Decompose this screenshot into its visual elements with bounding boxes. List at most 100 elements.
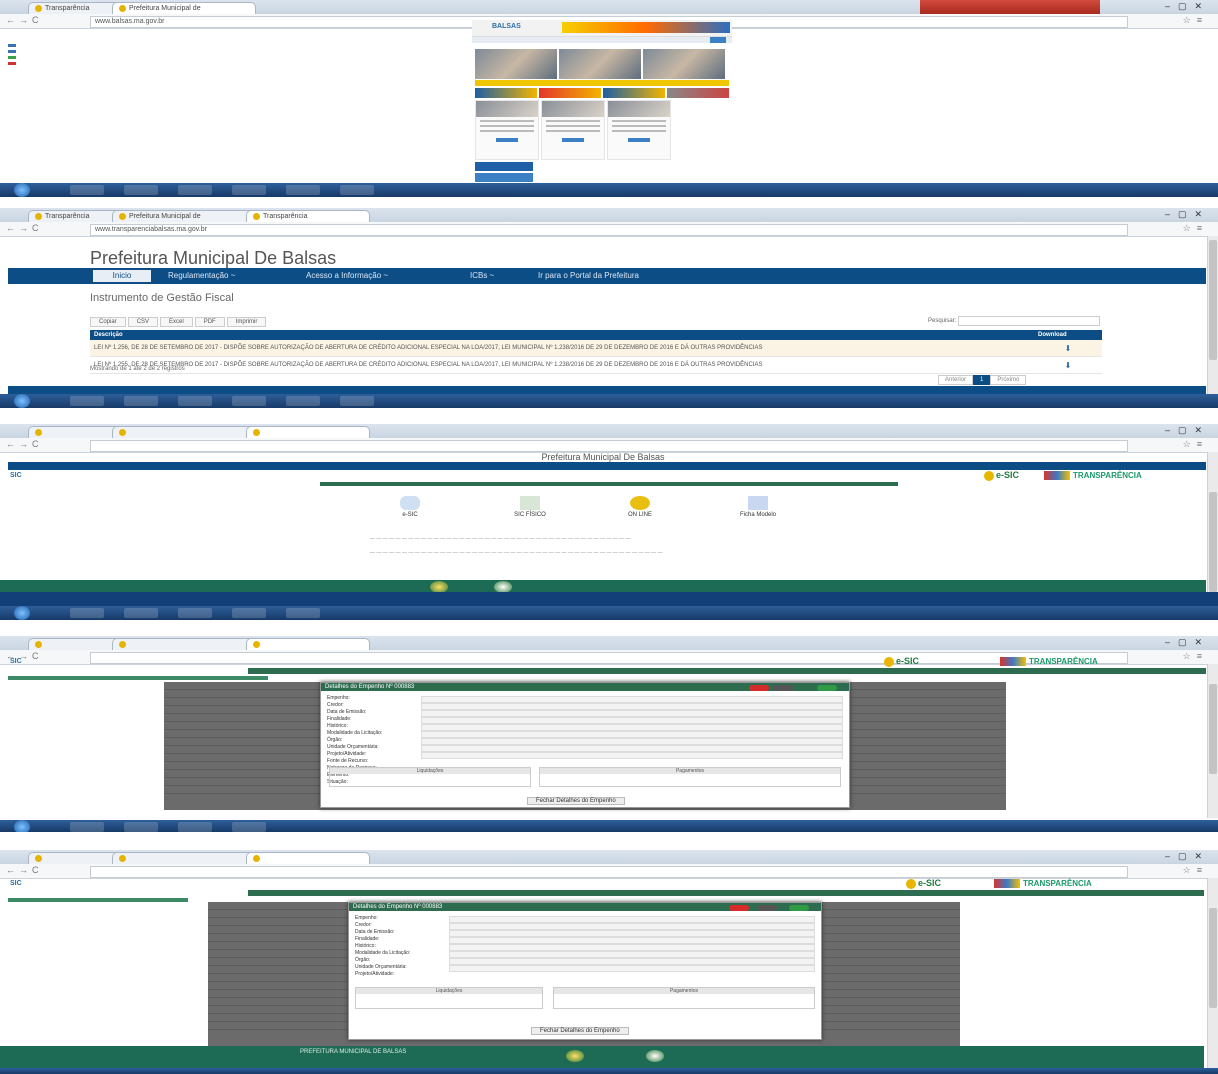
download-icon[interactable]: ⬇	[1034, 356, 1102, 374]
card-online[interactable]: ON LINE	[590, 496, 690, 518]
window-controls[interactable]: –▢✕	[1165, 425, 1210, 436]
pdf-export-button[interactable]	[729, 905, 749, 911]
taskbar-item[interactable]	[178, 396, 212, 406]
nav-buttons-icon[interactable]: ←→C	[6, 865, 43, 875]
taskbar-item[interactable]	[124, 822, 158, 832]
banner-link[interactable]	[667, 88, 729, 98]
taskbar-item[interactable]	[124, 608, 158, 618]
news-card[interactable]	[541, 100, 605, 160]
column-header[interactable]: Download	[1034, 330, 1102, 340]
site-logo[interactable]: SIC	[10, 472, 22, 479]
scrollbar[interactable]	[1207, 236, 1218, 394]
site-logo[interactable]: SIC	[10, 880, 22, 887]
column-header[interactable]: Descrição	[90, 330, 1034, 340]
green-navbar[interactable]	[248, 890, 1204, 896]
news-photo[interactable]	[475, 49, 557, 79]
window-controls[interactable]: –▢✕	[1165, 637, 1210, 648]
banner-link[interactable]	[603, 88, 665, 98]
green-navbar[interactable]	[248, 668, 1206, 674]
toolbar-icons[interactable]: ☆≡	[1183, 223, 1208, 234]
url-input[interactable]: www.transparenciabalsas.ma.gov.br	[90, 224, 1128, 236]
taskbar-item[interactable]	[70, 608, 104, 618]
news-card[interactable]	[475, 100, 539, 160]
nav-home[interactable]: Inicio	[93, 270, 151, 282]
taskbar-item[interactable]	[340, 185, 374, 195]
scrollbar[interactable]	[1207, 878, 1218, 1070]
nav-portal-prefeitura[interactable]: Ir para o Portal da Prefeitura	[538, 271, 639, 280]
start-button-icon[interactable]	[14, 820, 30, 832]
toolbar-icons[interactable]: ☆≡	[1183, 439, 1208, 450]
start-button-icon[interactable]	[14, 183, 30, 197]
taskbar-item[interactable]	[178, 608, 212, 618]
nav-buttons-icon[interactable]: ←→C	[6, 439, 43, 449]
news-photo[interactable]	[559, 49, 641, 79]
start-button-icon[interactable]	[14, 394, 30, 408]
export-button[interactable]	[773, 685, 793, 691]
banner-link[interactable]	[539, 88, 601, 98]
toolbar-icons[interactable]: ☆≡	[1183, 15, 1208, 26]
card-sic-fisico[interactable]: SIC FÍSICO	[480, 496, 580, 518]
transparencia-logo[interactable]: TRANSPARÊNCIA	[994, 879, 1092, 889]
esic-logo[interactable]: e-SIC	[984, 470, 1019, 482]
taskbar-item[interactable]	[70, 396, 104, 406]
taskbar-item[interactable]	[70, 185, 104, 195]
green-navbar[interactable]	[320, 482, 898, 486]
url-input[interactable]	[90, 440, 1128, 452]
taskbar-item[interactable]	[232, 185, 266, 195]
news-card[interactable]	[607, 100, 671, 160]
toolbar-icons[interactable]: ☆≡	[1183, 865, 1208, 876]
esic-logo[interactable]: e-SIC	[884, 656, 919, 668]
excel-button[interactable]	[817, 685, 837, 691]
search-input[interactable]	[958, 316, 1100, 326]
taskbar-item[interactable]	[286, 608, 320, 618]
taskbar-item[interactable]	[286, 185, 320, 195]
scrollbar[interactable]	[1207, 664, 1218, 818]
taskbar-item[interactable]	[232, 608, 266, 618]
taskbar-item[interactable]	[124, 396, 158, 406]
copy-button[interactable]: Copiar	[90, 317, 126, 327]
nav-buttons-icon[interactable]: ←→C	[6, 223, 43, 233]
pdf-button[interactable]: PDF	[194, 317, 225, 327]
left-social-icons[interactable]	[8, 44, 16, 68]
taskbar-item[interactable]	[70, 822, 104, 832]
nav-icbs[interactable]: ICBs ~	[470, 271, 494, 280]
window-controls[interactable]: –▢✕	[1165, 1, 1210, 12]
next-page-button[interactable]: Próximo	[990, 375, 1027, 385]
nav-regulamentacao[interactable]: Regulamentação ~	[168, 271, 235, 280]
banner-link[interactable]	[475, 88, 537, 98]
top-navbar[interactable]	[8, 462, 1206, 470]
excel-button[interactable]: Excel	[160, 317, 193, 327]
card-ficha-modelo[interactable]: Ficha Modelo	[708, 496, 808, 518]
url-input[interactable]	[90, 652, 1128, 664]
window-controls[interactable]: –▢✕	[1165, 851, 1210, 862]
taskbar-item[interactable]	[124, 185, 158, 195]
toolbar-icons[interactable]: ☆≡	[1183, 651, 1208, 662]
taskbar-item[interactable]	[286, 396, 320, 406]
nav-acesso-informacao[interactable]: Acesso a Informação ~	[306, 271, 388, 280]
taskbar-item[interactable]	[178, 822, 212, 832]
pdf-export-button[interactable]	[749, 685, 769, 691]
print-button[interactable]: Imprimir	[226, 317, 267, 327]
taskbar-item[interactable]	[232, 822, 266, 832]
card-esic[interactable]: e-SIC	[360, 496, 460, 518]
csv-button[interactable]: CSV	[127, 317, 159, 327]
esic-logo[interactable]: e-SIC	[906, 878, 941, 890]
site-logo[interactable]: BALSAS	[492, 23, 521, 30]
filter-bar[interactable]	[8, 676, 268, 680]
filter-bar[interactable]	[8, 898, 188, 902]
start-button-icon[interactable]	[14, 606, 30, 620]
url-input[interactable]	[90, 866, 1128, 878]
taskbar-item[interactable]	[178, 185, 212, 195]
scrollbar[interactable]	[1207, 452, 1218, 592]
download-icon[interactable]: ⬇	[1034, 340, 1102, 357]
excel-button[interactable]	[789, 905, 809, 911]
prev-page-button[interactable]: Anterior	[938, 375, 974, 385]
menu-button[interactable]	[710, 37, 726, 43]
taskbar-item[interactable]	[232, 396, 266, 406]
nav-buttons-icon[interactable]: ←→C	[6, 15, 43, 25]
close-modal-button[interactable]: Fechar Detalhes do Empenho	[531, 1027, 629, 1035]
export-button[interactable]	[757, 905, 777, 911]
news-photo[interactable]	[643, 49, 725, 79]
page-button[interactable]: 1	[973, 375, 991, 385]
transparencia-logo[interactable]: TRANSPARÊNCIA	[1000, 657, 1098, 667]
